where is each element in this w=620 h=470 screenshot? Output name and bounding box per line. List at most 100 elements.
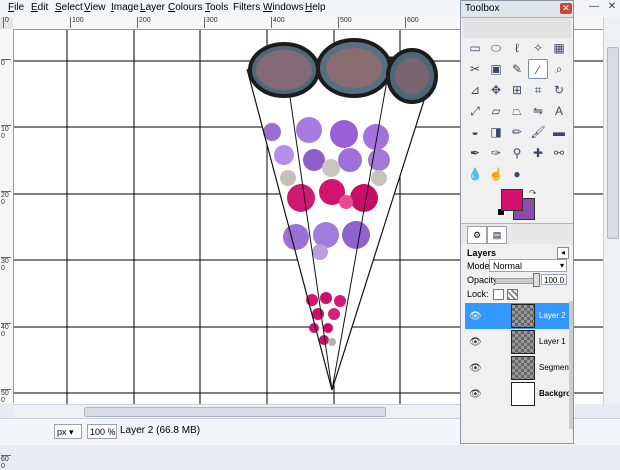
layer-thumbnail xyxy=(511,356,535,380)
color-area: ↷ xyxy=(461,184,573,222)
menu-edit[interactable]: Edit xyxy=(31,2,48,13)
ellipse-select-icon[interactable]: ⬭ xyxy=(486,38,506,58)
perspective-icon[interactable]: ⏢ xyxy=(507,101,527,121)
blend-icon[interactable]: ◨ xyxy=(486,122,506,142)
vertical-scrollbar[interactable] xyxy=(603,17,620,404)
layer-row[interactable]: 👁 Layer 2 xyxy=(465,303,569,329)
menu-accelerator: W xyxy=(263,2,273,13)
chevron-down-icon[interactable]: ▾ xyxy=(557,259,567,272)
layers-scrollbar[interactable] xyxy=(569,301,573,429)
ruler-top-tick: 0 xyxy=(3,17,9,28)
opacity-slider-handle[interactable] xyxy=(533,273,540,287)
flip-icon[interactable]: ⇋ xyxy=(528,101,548,121)
layer-row[interactable]: 👁 Backgrou xyxy=(465,381,569,407)
zoom-select[interactable]: 100 % xyxy=(87,424,117,439)
rotate-icon[interactable]: ↻ xyxy=(549,80,569,100)
menu-view[interactable]: View xyxy=(84,2,106,13)
scissors-icon[interactable]: ✂ xyxy=(465,59,485,79)
paths-icon[interactable]: ✎ xyxy=(507,59,527,79)
menu-windows[interactable]: Windows xyxy=(263,2,304,13)
toolbox-close-button[interactable]: ✕ xyxy=(560,3,572,14)
zoom-icon[interactable]: ⌕ xyxy=(549,59,569,79)
lock-alpha-checkbox[interactable] xyxy=(507,289,518,300)
eraser-icon[interactable]: ▬ xyxy=(549,122,569,142)
dodge-burn-icon[interactable]: ● xyxy=(507,164,527,184)
menu-layer[interactable]: Layer xyxy=(140,2,165,13)
menu-image[interactable]: Image xyxy=(111,2,139,13)
pencil-icon[interactable]: ✏ xyxy=(507,122,527,142)
mode-select[interactable]: Normal xyxy=(489,259,567,272)
scale-icon[interactable]: ⤢ xyxy=(465,101,485,121)
layer-name[interactable]: Layer 2 xyxy=(539,311,569,320)
ink-icon[interactable]: ✑ xyxy=(486,143,506,163)
menu-colours[interactable]: Colours xyxy=(168,2,202,13)
move-icon[interactable]: ✥ xyxy=(486,80,506,100)
status-info: Layer 2 (66.8 MB) xyxy=(120,425,201,436)
text-icon[interactable]: A xyxy=(549,101,569,121)
tab-layers[interactable]: ▤ xyxy=(487,226,507,244)
rect-select-icon[interactable]: ▭ xyxy=(465,38,485,58)
menu-accelerator: C xyxy=(168,2,176,13)
unit-select[interactable]: px ▾ xyxy=(54,424,82,439)
close-button[interactable]: ✕ xyxy=(606,1,618,13)
layer-thumbnail xyxy=(511,382,535,406)
toolbox-titlebar[interactable]: Toolbox ✕ xyxy=(461,1,573,18)
tab-tool-options[interactable]: ⚙ xyxy=(467,226,487,244)
bucket-fill-icon[interactable]: ◒ xyxy=(465,122,485,142)
horizontal-scrollbar[interactable] xyxy=(14,404,460,419)
eye-icon[interactable]: 👁 xyxy=(469,311,482,322)
fuzzy-select-icon[interactable]: ✧ xyxy=(528,38,548,58)
layer-name[interactable]: Segment xyxy=(539,363,569,372)
eye-icon[interactable]: 👁 xyxy=(469,337,482,348)
menu-file[interactable]: File xyxy=(8,2,24,13)
ruler-top-tick: 100 xyxy=(70,17,84,28)
wilber-drop-area[interactable] xyxy=(463,18,571,38)
crop-icon[interactable]: ⌗ xyxy=(528,80,548,100)
select-by-color-icon[interactable]: ▦ xyxy=(549,38,569,58)
minimize-button[interactable]: — xyxy=(588,1,600,13)
heal-icon[interactable]: ✚ xyxy=(528,143,548,163)
paintbrush-icon[interactable]: 🖌 xyxy=(528,122,548,142)
menu-select[interactable]: Select xyxy=(55,2,83,13)
opacity-spinbox[interactable]: 100.0 xyxy=(541,274,567,285)
foreground-select-icon[interactable]: ▣ xyxy=(486,59,506,79)
perspective-clone-icon[interactable]: ⚯ xyxy=(549,143,569,163)
menu-tools[interactable]: Tools xyxy=(205,2,228,13)
clone-icon[interactable]: ⚲ xyxy=(507,143,527,163)
ruler-left[interactable]: 0 100 200 300 400 500 600 xyxy=(0,29,14,470)
opacity-value: 100.0 xyxy=(544,276,565,285)
airbrush-icon[interactable]: ✒ xyxy=(465,143,485,163)
shear-icon[interactable]: ▱ xyxy=(486,101,506,121)
foreground-color[interactable] xyxy=(501,189,523,211)
vertical-scroll-thumb[interactable] xyxy=(607,47,619,239)
layer-row[interactable]: 👁 Segment xyxy=(465,355,569,381)
menu-accelerator: E xyxy=(31,2,38,13)
layer-name[interactable]: Backgrou xyxy=(539,389,569,398)
menu-accelerator: L xyxy=(140,2,146,13)
ruler-left-tick: 0 xyxy=(1,59,11,67)
layers-menu-icon[interactable]: ◂ xyxy=(557,247,569,259)
menu-help[interactable]: Help xyxy=(305,2,326,13)
menu-filters[interactable]: Filters xyxy=(233,2,260,13)
measure-icon[interactable]: ⊿ xyxy=(465,80,485,100)
color-picker-icon[interactable]: ⁄ xyxy=(528,59,548,79)
menu-accelerator: T xyxy=(205,2,210,13)
lock-pixels-checkbox[interactable] xyxy=(493,289,504,300)
free-select-icon[interactable]: ℓ xyxy=(507,38,527,58)
blur-icon[interactable]: 💧 xyxy=(465,164,485,184)
layer-row[interactable]: 👁 Layer 1 xyxy=(465,329,569,355)
ruler-top-tick: 600 xyxy=(405,17,419,28)
menu-accelerator: V xyxy=(84,2,91,13)
opacity-slider[interactable] xyxy=(495,278,537,284)
eye-icon[interactable]: 👁 xyxy=(469,363,482,374)
layer-name[interactable]: Layer 1 xyxy=(539,337,569,346)
menu-accelerator: I xyxy=(111,2,114,13)
smudge-icon[interactable]: ☝ xyxy=(486,164,506,184)
layer-thumbnail xyxy=(511,330,535,354)
ruler-left-tick: 500 xyxy=(1,389,11,404)
horizontal-scroll-thumb[interactable] xyxy=(84,407,386,417)
ruler-left-tick: 400 xyxy=(1,323,11,338)
eye-icon[interactable]: 👁 xyxy=(469,389,482,400)
align-icon[interactable]: ⊞ xyxy=(507,80,527,100)
mode-value: Normal xyxy=(493,261,523,271)
